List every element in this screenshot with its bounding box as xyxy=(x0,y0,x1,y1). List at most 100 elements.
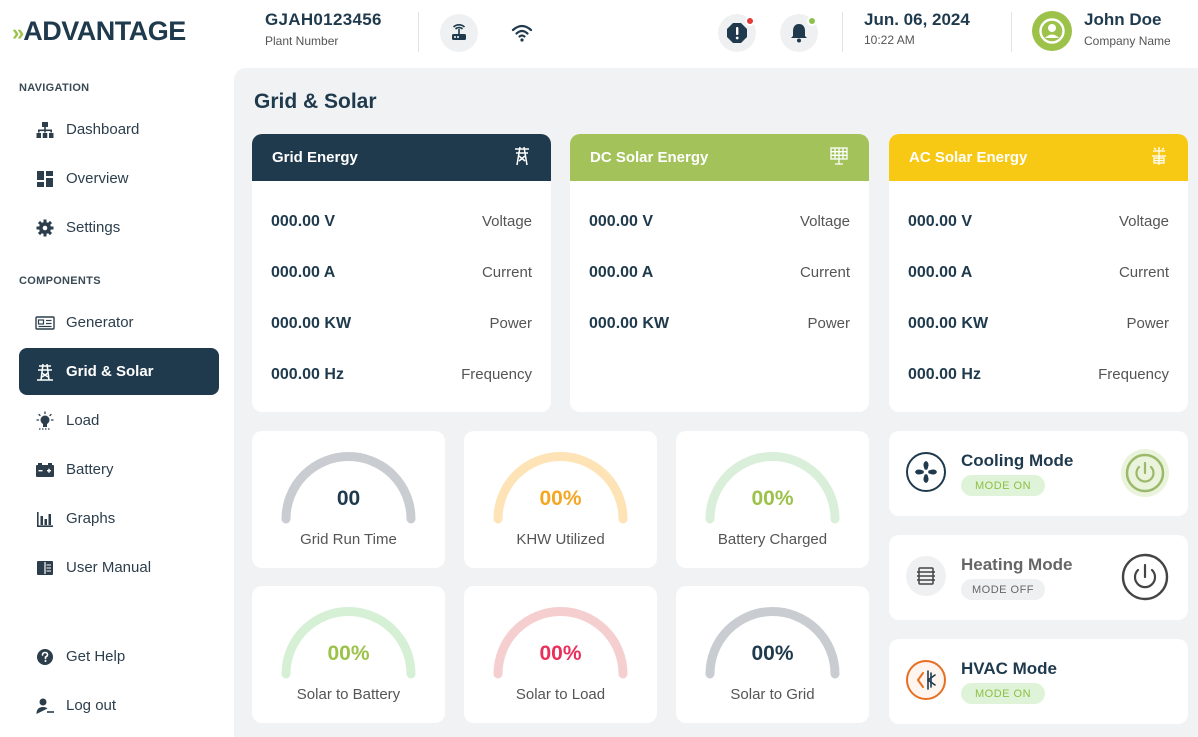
gauge-value: 00% xyxy=(539,487,582,510)
gauge-label: Solar to Grid xyxy=(730,686,815,703)
metric-value: 000.00 A xyxy=(589,263,654,281)
page-title: Grid & Solar xyxy=(254,90,377,113)
company-name: Company Name xyxy=(1084,34,1171,48)
metric-row: 000.00 A Current xyxy=(570,247,869,298)
ac-solar-energy-card: AC Solar Energy 000.00 V Voltage 000.00 A… xyxy=(889,134,1188,412)
hvac-icon xyxy=(906,660,946,700)
solar-to-grid-gauge[interactable]: 00% Solar to Grid xyxy=(676,586,869,723)
card-title: AC Solar Energy xyxy=(909,149,1028,166)
bulb-icon xyxy=(35,410,55,431)
bar-chart-icon xyxy=(35,509,55,529)
sidebar-item-dashboard[interactable]: Dashboard xyxy=(19,106,219,153)
battery-icon xyxy=(35,460,55,480)
metric-label: Power xyxy=(1126,315,1169,332)
sidebar-item-user-manual[interactable]: User Manual xyxy=(19,544,219,591)
bell-dot xyxy=(807,16,817,26)
sidebar-item-generator[interactable]: Generator xyxy=(19,299,219,346)
sidebar-item-grid-solar[interactable]: Grid & Solar xyxy=(19,348,219,395)
grid-run-time-gauge[interactable]: 00 Grid Run Time xyxy=(252,431,445,568)
tower-icon xyxy=(35,362,55,382)
plant-info: GJAH0123456 Plant Number xyxy=(265,10,382,48)
metric-label: Current xyxy=(799,264,850,281)
sidebar-item-overview[interactable]: Overview xyxy=(19,155,219,202)
logout-icon xyxy=(35,696,55,716)
sidebar-item-label: Grid & Solar xyxy=(66,363,154,380)
grid-icon xyxy=(35,169,55,189)
metric-value: 000.00 Hz xyxy=(908,365,981,383)
grid-energy-card: Grid Energy 000.00 V Voltage 000.00 A Curr… xyxy=(252,134,551,412)
sidebar-item-log-out[interactable]: Log out xyxy=(19,682,219,729)
gauge-value: 00% xyxy=(327,642,370,665)
generator-icon xyxy=(35,313,55,333)
mode-status-badge: MODE OFF xyxy=(961,579,1045,600)
metric-label: Frequency xyxy=(461,366,532,383)
solar-to-battery-gauge[interactable]: 00% Solar to Battery xyxy=(252,586,445,723)
logo-text: ADVANTAGE xyxy=(23,16,186,46)
card-header: AC Solar Energy xyxy=(889,134,1188,181)
metric-row: 000.00 KW Power xyxy=(889,298,1188,349)
metric-label: Power xyxy=(489,315,532,332)
divider xyxy=(842,12,843,52)
bell-icon[interactable] xyxy=(780,14,818,52)
sidebar-item-get-help[interactable]: Get Help xyxy=(19,633,219,680)
sidebar-item-settings[interactable]: Settings xyxy=(19,204,219,251)
sidebar-item-label: Settings xyxy=(66,219,121,236)
sidebar-item-label: Battery xyxy=(66,461,114,478)
card-header: DC Solar Energy xyxy=(570,134,869,181)
battery-charged-gauge[interactable]: 00% Battery Charged xyxy=(676,431,869,568)
metric-row: 000.00 A Current xyxy=(889,247,1188,298)
gauge-label: KHW Utilized xyxy=(516,531,605,548)
metric-row: 000.00 KW Power xyxy=(252,298,551,349)
fan-icon xyxy=(906,452,946,492)
main-content: Grid & Solar Grid Energy 000.00 V Voltage… xyxy=(234,68,1198,737)
avatar[interactable] xyxy=(1032,11,1072,51)
metric-row: 000.00 Hz Frequency xyxy=(889,349,1188,400)
date-time: Jun. 06, 2024 10:22 AM xyxy=(864,10,970,47)
gauge-label: Grid Run Time xyxy=(300,531,397,548)
sidebar-item-label: Graphs xyxy=(66,510,116,527)
book-icon xyxy=(35,558,55,578)
sidebar-item-label: Generator xyxy=(66,314,134,331)
metric-value: 000.00 Hz xyxy=(271,365,344,383)
sidebar-item-load[interactable]: Load xyxy=(19,397,219,444)
metric-row: 000.00 KW Power xyxy=(570,298,869,349)
cooling-mode-card: Cooling Mode MODE ON xyxy=(889,431,1188,516)
heating-power-button[interactable] xyxy=(1121,553,1169,601)
dc-solar-energy-card: DC Solar Energy 000.00 V Voltage 000.00 A… xyxy=(570,134,869,412)
alert-icon[interactable] xyxy=(718,14,756,52)
metric-value: 000.00 KW xyxy=(589,314,670,332)
metric-label: Current xyxy=(481,264,532,281)
solar-panel-icon xyxy=(829,146,849,170)
metric-label: Voltage xyxy=(799,213,850,230)
metric-row: 000.00 V Voltage xyxy=(570,196,869,247)
user-info[interactable]: John Doe Company Name xyxy=(1084,10,1171,48)
metric-value: 000.00 A xyxy=(908,263,973,281)
metric-label: Power xyxy=(807,315,850,332)
metric-value: 000.00 KW xyxy=(908,314,989,332)
metric-value: 000.00 A xyxy=(271,263,336,281)
router-icon[interactable] xyxy=(440,14,478,52)
metric-value: 000.00 V xyxy=(908,212,973,230)
metric-label: Current xyxy=(1118,264,1169,281)
card-title: Grid Energy xyxy=(272,149,358,166)
metric-row: 000.00 V Voltage xyxy=(889,196,1188,247)
sidebar-item-graphs[interactable]: Graphs xyxy=(19,495,219,542)
current-time: 10:22 AM xyxy=(864,33,915,47)
gauge-label: Solar to Battery xyxy=(296,686,401,703)
user-name: John Doe xyxy=(1084,10,1162,29)
power-icon xyxy=(1121,553,1169,601)
current-date: Jun. 06, 2024 xyxy=(864,10,970,29)
sidebar-item-battery[interactable]: Battery xyxy=(19,446,219,493)
solar-to-load-gauge[interactable]: 00% Solar to Load xyxy=(464,586,657,723)
sidebar-item-label: Get Help xyxy=(66,648,126,665)
sidebar-item-label: Load xyxy=(66,412,100,429)
sidebar-item-label: Dashboard xyxy=(66,121,140,138)
mode-title: HVAC Mode xyxy=(961,659,1058,678)
gauge-value: 00% xyxy=(539,642,582,665)
wifi-icon[interactable] xyxy=(503,14,541,52)
cooling-power-button[interactable] xyxy=(1121,449,1169,497)
app-logo[interactable]: »ADVANTAGE xyxy=(12,16,186,47)
logo-chevrons: » xyxy=(12,20,24,45)
gauge-value: 00% xyxy=(751,487,794,510)
khw-utilized-gauge[interactable]: 00% KHW Utilized xyxy=(464,431,657,568)
